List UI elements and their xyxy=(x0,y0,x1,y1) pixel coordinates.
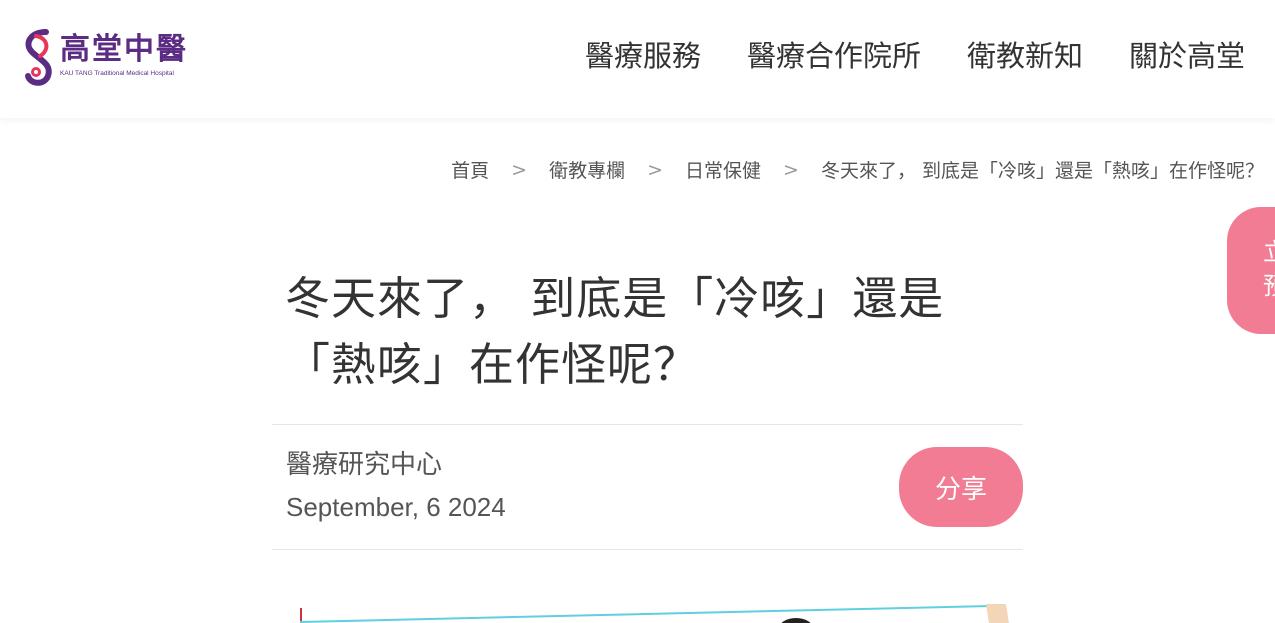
logo-subtitle: KAU TANG Traditional Medical Hospital xyxy=(60,70,174,77)
main-nav: 醫療服務 醫療合作院所 衛教新知 關於高堂 xyxy=(539,36,1245,76)
share-button-label: 分享 xyxy=(934,474,987,505)
logo-text: 高堂中醫 KAU TANG Traditional Medical Hospit… xyxy=(60,28,188,77)
article-author: 醫療研究中心 xyxy=(286,450,443,480)
logo-title: 高堂中醫 xyxy=(60,32,188,67)
breadcrumb-home[interactable]: 首頁 xyxy=(451,156,489,183)
page: 高堂中醫 KAU TANG Traditional Medical Hospit… xyxy=(0,0,1275,623)
breadcrumb-separator-icon: > xyxy=(783,158,799,181)
nav-item-about[interactable]: 關於高堂 xyxy=(1129,36,1245,76)
article-hero-image xyxy=(300,604,1009,623)
breadcrumb-health-column[interactable]: 衛教專欄 xyxy=(549,156,625,183)
site-header: 高堂中醫 KAU TANG Traditional Medical Hospit… xyxy=(0,0,1275,118)
divider xyxy=(272,424,1023,425)
article-title: 冬天來了， 到底是「冷咳」還是 「熱咳」在作怪呢？ xyxy=(285,266,1025,398)
breadcrumb: 首頁 > 衛教專欄 > 日常保健 > 冬天來了， 到底是「冷咳」還是「熱咳」在作… xyxy=(451,156,1264,183)
share-button[interactable]: 分享 xyxy=(899,447,1023,527)
breadcrumb-separator-icon: > xyxy=(647,158,664,181)
booking-side-button[interactable]: 立即預約 xyxy=(1227,207,1275,334)
divider xyxy=(272,549,1023,550)
nav-item-health-news[interactable]: 衛教新知 xyxy=(967,36,1083,76)
logo-mark-icon xyxy=(25,29,52,86)
site-logo[interactable]: 高堂中醫 KAU TANG Traditional Medical Hospit… xyxy=(22,28,188,86)
breadcrumb-current: 冬天來了， 到底是「冷咳」還是「熱咳」在作怪呢？ xyxy=(820,160,1264,182)
breadcrumb-separator-icon: > xyxy=(511,158,528,181)
breadcrumb-daily-care[interactable]: 日常保健 xyxy=(685,156,761,183)
nav-item-partner-clinics[interactable]: 醫療合作院所 xyxy=(747,36,921,76)
nav-item-medical-services[interactable]: 醫療服務 xyxy=(585,36,701,76)
article-date: September, 6 2024 xyxy=(286,492,506,522)
booking-side-button-label: 立即預約 xyxy=(1263,238,1275,300)
article-title-line-2: 「熱咳」在作怪呢？ xyxy=(285,338,700,391)
article-title-line-1: 冬天來了， 到底是「冷咳」還是 xyxy=(285,272,945,325)
